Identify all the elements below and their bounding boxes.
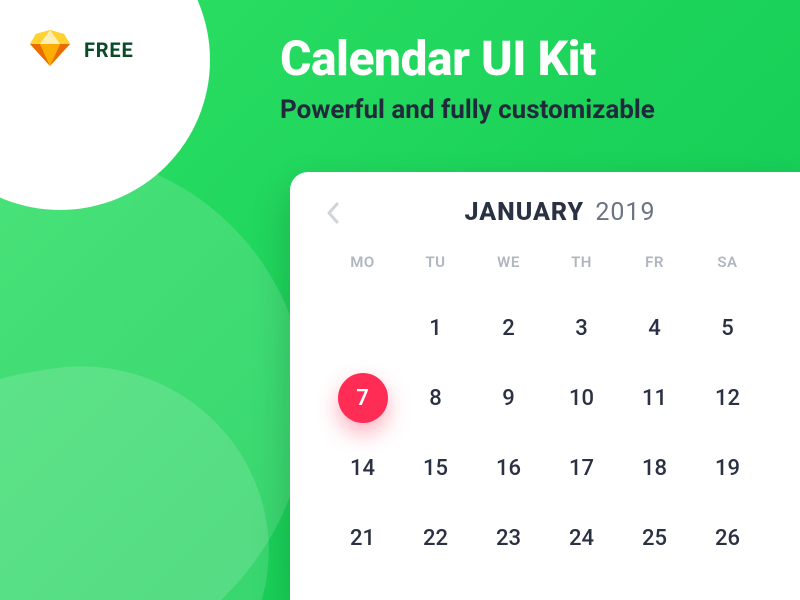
- weekday-header: MO: [326, 253, 399, 293]
- day-number: 18: [642, 456, 667, 481]
- day-number: 15: [423, 456, 448, 481]
- corner-badge: FREE: [0, 0, 210, 210]
- weekday-header: SA: [691, 253, 764, 293]
- calendar-header: JANUARY 2019: [326, 198, 764, 227]
- day-cell[interactable]: 25: [618, 503, 691, 573]
- day-cell[interactable]: 26: [691, 503, 764, 573]
- day-cell[interactable]: 9: [472, 363, 545, 433]
- headline: Calendar UI Kit Powerful and fully custo…: [280, 30, 770, 125]
- day-cell[interactable]: 22: [399, 503, 472, 573]
- day-number: 7: [356, 386, 369, 411]
- day-cell-empty: [326, 293, 399, 363]
- day-cell[interactable]: 4: [618, 293, 691, 363]
- day-number: 21: [350, 526, 375, 551]
- day-number: 24: [569, 526, 594, 551]
- day-cell[interactable]: 12: [691, 363, 764, 433]
- weekday-header: TH: [545, 253, 618, 293]
- weekday-header: FR: [618, 253, 691, 293]
- day-number: 3: [575, 316, 588, 341]
- day-number: 17: [569, 456, 594, 481]
- day-number: 4: [648, 316, 661, 341]
- day-number: 8: [429, 386, 442, 411]
- day-cell[interactable]: 14: [326, 433, 399, 503]
- day-cell[interactable]: 5: [691, 293, 764, 363]
- page-subtitle: Powerful and fully customizable: [280, 95, 770, 125]
- day-number: 10: [569, 386, 594, 411]
- month-label: JANUARY: [464, 198, 584, 227]
- weekday-header: TU: [399, 253, 472, 293]
- month-year-label: JANUARY 2019: [356, 198, 764, 227]
- day-number: 16: [496, 456, 521, 481]
- decor-blob-2: [0, 336, 300, 600]
- day-cell[interactable]: 18: [618, 433, 691, 503]
- sketch-icon: [30, 30, 70, 70]
- day-cell[interactable]: 11: [618, 363, 691, 433]
- calendar-card: JANUARY 2019 MOTUWETHFRSA123457891011121…: [290, 172, 800, 600]
- day-cell[interactable]: 2: [472, 293, 545, 363]
- day-cell[interactable]: 23: [472, 503, 545, 573]
- day-cell[interactable]: 17: [545, 433, 618, 503]
- year-label: 2019: [595, 198, 655, 227]
- weekday-header: WE: [472, 253, 545, 293]
- day-cell[interactable]: 15: [399, 433, 472, 503]
- day-number: 1: [429, 316, 442, 341]
- day-number: 12: [715, 386, 740, 411]
- day-number: 19: [715, 456, 740, 481]
- day-cell[interactable]: 8: [399, 363, 472, 433]
- day-cell[interactable]: 10: [545, 363, 618, 433]
- day-number: 2: [502, 316, 515, 341]
- free-label: FREE: [84, 38, 134, 62]
- day-cell[interactable]: 7: [326, 363, 399, 433]
- page-title: Calendar UI Kit: [280, 30, 770, 87]
- prev-month-button[interactable]: [326, 202, 340, 224]
- day-number: 23: [496, 526, 521, 551]
- day-cell[interactable]: 3: [545, 293, 618, 363]
- day-number: 11: [642, 386, 667, 411]
- day-number: 14: [350, 456, 375, 481]
- calendar-grid: MOTUWETHFRSA1234578910111214151617181921…: [326, 253, 764, 573]
- day-number: 22: [423, 526, 448, 551]
- day-number: 9: [502, 386, 515, 411]
- day-number: 26: [715, 526, 740, 551]
- day-cell[interactable]: 1: [399, 293, 472, 363]
- day-cell[interactable]: 19: [691, 433, 764, 503]
- day-cell[interactable]: 21: [326, 503, 399, 573]
- day-cell[interactable]: 16: [472, 433, 545, 503]
- day-number: 25: [642, 526, 667, 551]
- promo-stage: FREE Calendar UI Kit Powerful and fully …: [0, 0, 800, 600]
- day-number: 5: [721, 316, 734, 341]
- day-cell[interactable]: 24: [545, 503, 618, 573]
